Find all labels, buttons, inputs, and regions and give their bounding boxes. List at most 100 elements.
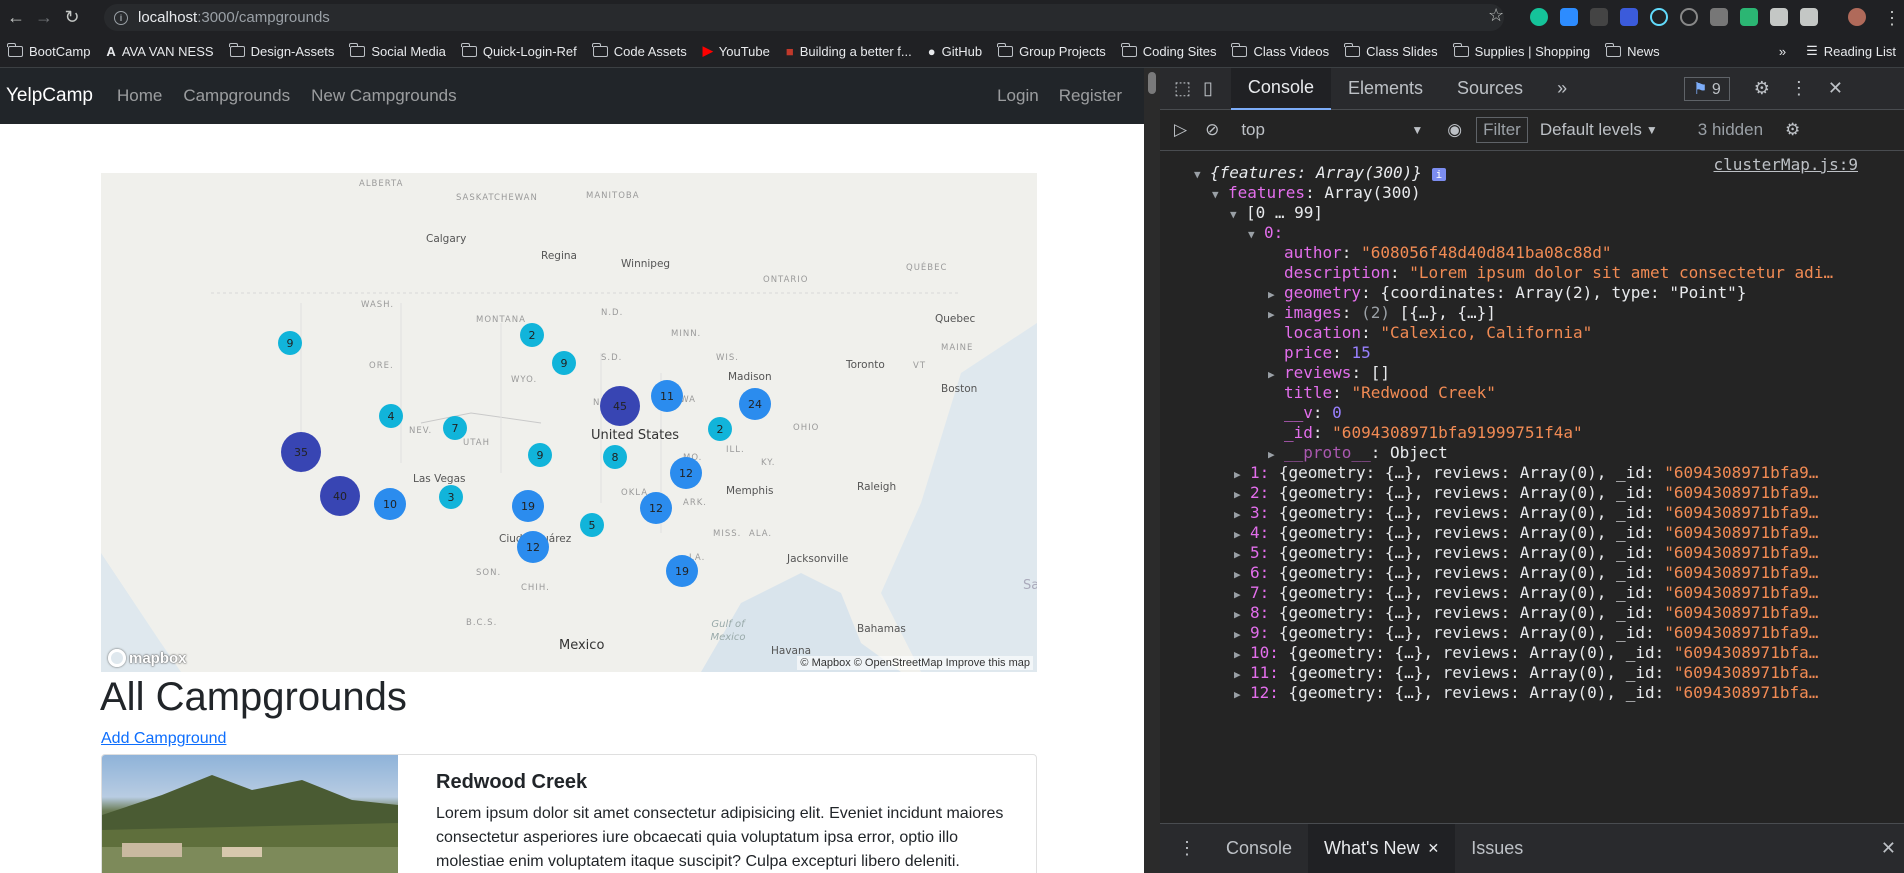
bookmark-item[interactable]: Coding Sites	[1120, 42, 1216, 59]
log-row[interactable]: ▶ 6: {geometry: {…}, reviews: Array(0), _…	[1234, 563, 1818, 583]
map-cluster[interactable]: 24	[739, 388, 771, 420]
collapse-arrow-icon[interactable]: ▼	[1248, 225, 1258, 245]
levels-select[interactable]: Default levels	[1540, 120, 1642, 140]
tab-sources[interactable]: Sources	[1440, 68, 1540, 110]
more-bookmarks-icon[interactable]: »	[1779, 44, 1786, 59]
log-row[interactable]: ▶ 8: {geometry: {…}, reviews: Array(0), _…	[1234, 603, 1818, 623]
page-scrollbar[interactable]	[1144, 68, 1160, 873]
log-row[interactable]: ▶ 4: {geometry: {…}, reviews: Array(0), _…	[1234, 523, 1818, 543]
live-expression-icon[interactable]: ◉	[1447, 120, 1462, 140]
map-attribution[interactable]: © Mapbox © OpenStreetMap Improve this ma…	[797, 656, 1033, 670]
map-cluster[interactable]: 9	[278, 331, 302, 355]
log-root[interactable]: ▼ {features: Array(300)} i	[1194, 163, 1447, 183]
map-cluster[interactable]: 19	[666, 555, 698, 587]
tab-elements[interactable]: Elements	[1331, 68, 1440, 110]
bookmark-item[interactable]: Quick-Login-Ref	[460, 42, 577, 59]
log-row[interactable]: ▶ 2: {geometry: {…}, reviews: Array(0), _…	[1234, 483, 1818, 503]
bookmark-item[interactable]: Supplies | Shopping	[1452, 42, 1590, 59]
log-row[interactable]: ▶ 12: {geometry: {…}, reviews: Array(0), …	[1234, 683, 1818, 703]
nav-home[interactable]: Home	[117, 86, 162, 106]
log-row[interactable]: ▶ 1: {geometry: {…}, reviews: Array(0), _…	[1234, 463, 1818, 483]
expand-arrow-icon[interactable]: ▶	[1234, 665, 1244, 685]
grammarly-icon[interactable]	[1530, 8, 1548, 26]
expand-arrow-icon[interactable]: ▶	[1234, 485, 1244, 505]
expand-arrow-icon[interactable]: ▶	[1268, 365, 1278, 385]
bookmark-star-icon[interactable]: ☆	[1488, 5, 1504, 26]
bookmark-item[interactable]: Design-Assets	[228, 42, 334, 59]
map-cluster[interactable]: 12	[640, 492, 672, 524]
expand-arrow-icon[interactable]: ▶	[1234, 465, 1244, 485]
map-cluster[interactable]: 9	[552, 351, 576, 375]
bookmark-item[interactable]: BootCamp	[7, 42, 90, 59]
expand-arrow-icon[interactable]: ▶	[1234, 645, 1244, 665]
context-select[interactable]: top	[1241, 120, 1411, 140]
nav-login[interactable]: Login	[997, 86, 1039, 106]
prop-proto[interactable]: ▶ __proto__: Object	[1268, 443, 1448, 463]
device-toolbar-icon[interactable]: ▯	[1203, 78, 1213, 99]
map-cluster[interactable]: 19	[512, 490, 544, 522]
map-cluster[interactable]: 12	[670, 457, 702, 489]
expand-arrow-icon[interactable]: ▶	[1268, 285, 1278, 305]
expand-arrow-icon[interactable]: ▶	[1234, 545, 1244, 565]
chevron-down-icon[interactable]: ▼	[1411, 123, 1423, 137]
expand-arrow-icon[interactable]: ▶	[1268, 445, 1278, 465]
info-icon[interactable]: i	[114, 10, 128, 25]
bookmark-item[interactable]: ■ Building a better f...	[786, 44, 912, 59]
bookmark-item[interactable]: A AVA VAN NESS	[106, 44, 213, 59]
collapse-arrow-icon[interactable]: ▼	[1212, 185, 1222, 205]
expand-arrow-icon[interactable]: ▶	[1268, 305, 1278, 325]
map-cluster[interactable]: 7	[443, 416, 467, 440]
mapbox-logo[interactable]: mapbox	[108, 649, 187, 667]
extension-icon[interactable]	[1620, 8, 1638, 26]
source-link[interactable]: clusterMap.js:9	[1714, 155, 1859, 174]
log-item-0[interactable]: ▼ 0:	[1248, 223, 1283, 243]
bookmark-item[interactable]: News	[1605, 42, 1660, 59]
camera-icon[interactable]	[1710, 8, 1728, 26]
map-cluster[interactable]: 40	[320, 476, 360, 516]
map-cluster[interactable]: 5	[580, 513, 604, 537]
prop-reviews[interactable]: ▶ reviews: []	[1268, 363, 1390, 383]
nav-campgrounds[interactable]: Campgrounds	[183, 86, 290, 106]
more-icon[interactable]: ⋮	[1880, 6, 1904, 30]
settings-icon[interactable]: ⚙	[1754, 78, 1770, 99]
messages-badge[interactable]: ⚑ 9	[1684, 76, 1730, 101]
log-row[interactable]: ▶ 11: {geometry: {…}, reviews: Array(0), …	[1234, 663, 1818, 683]
react-icon[interactable]	[1650, 8, 1668, 26]
extension-icon[interactable]	[1590, 8, 1608, 26]
back-icon[interactable]: ←	[4, 6, 28, 30]
log-row[interactable]: ▶ 3: {geometry: {…}, reviews: Array(0), _…	[1234, 503, 1818, 523]
log-row[interactable]: ▶ 5: {geometry: {…}, reviews: Array(0), _…	[1234, 543, 1818, 563]
log-row[interactable]: ▶ 7: {geometry: {…}, reviews: Array(0), _…	[1234, 583, 1818, 603]
map-cluster[interactable]: 11	[651, 380, 683, 412]
close-tab-icon[interactable]: ✕	[1428, 840, 1440, 857]
extension-icon[interactable]	[1740, 8, 1758, 26]
drawer-tab-console[interactable]: Console	[1210, 824, 1308, 873]
bookmark-item[interactable]: Code Assets	[591, 42, 687, 59]
more-options-icon[interactable]: ⋮	[1790, 78, 1808, 99]
expand-arrow-icon[interactable]: ▶	[1234, 625, 1244, 645]
nav-register[interactable]: Register	[1059, 86, 1122, 106]
log-features[interactable]: ▼ features: Array(300)	[1212, 183, 1421, 203]
console-settings-icon[interactable]: ⚙	[1785, 120, 1800, 140]
map-cluster[interactable]: 10	[374, 488, 406, 520]
map-cluster[interactable]: 45	[600, 386, 640, 426]
drawer-tab-issues[interactable]: Issues	[1455, 824, 1539, 873]
collapse-arrow-icon[interactable]: ▼	[1230, 205, 1240, 225]
media-icon[interactable]	[1800, 8, 1818, 26]
close-drawer-icon[interactable]: ✕	[1881, 838, 1896, 859]
address-bar[interactable]: i localhost:3000/campgrounds	[104, 4, 1504, 31]
scrollbar-thumb[interactable]	[1148, 72, 1156, 94]
prop-geometry[interactable]: ▶ geometry: {coordinates: Array(2), type:…	[1268, 283, 1746, 303]
close-devtools-icon[interactable]: ✕	[1828, 78, 1843, 99]
expand-arrow-icon[interactable]: ▶	[1234, 525, 1244, 545]
sidebar-toggle-icon[interactable]: ▷	[1174, 120, 1187, 140]
filter-input[interactable]: Filter	[1476, 117, 1528, 143]
map-cluster[interactable]: 2	[520, 323, 544, 347]
more-tabs-icon[interactable]: »	[1540, 68, 1584, 110]
clear-console-icon[interactable]: ⊘	[1205, 120, 1219, 140]
zoom-icon[interactable]	[1560, 8, 1578, 26]
map-cluster[interactable]: 8	[603, 445, 627, 469]
map-cluster[interactable]: 4	[379, 404, 403, 428]
forward-icon[interactable]: →	[32, 6, 56, 30]
map-cluster[interactable]: 9	[528, 443, 552, 467]
